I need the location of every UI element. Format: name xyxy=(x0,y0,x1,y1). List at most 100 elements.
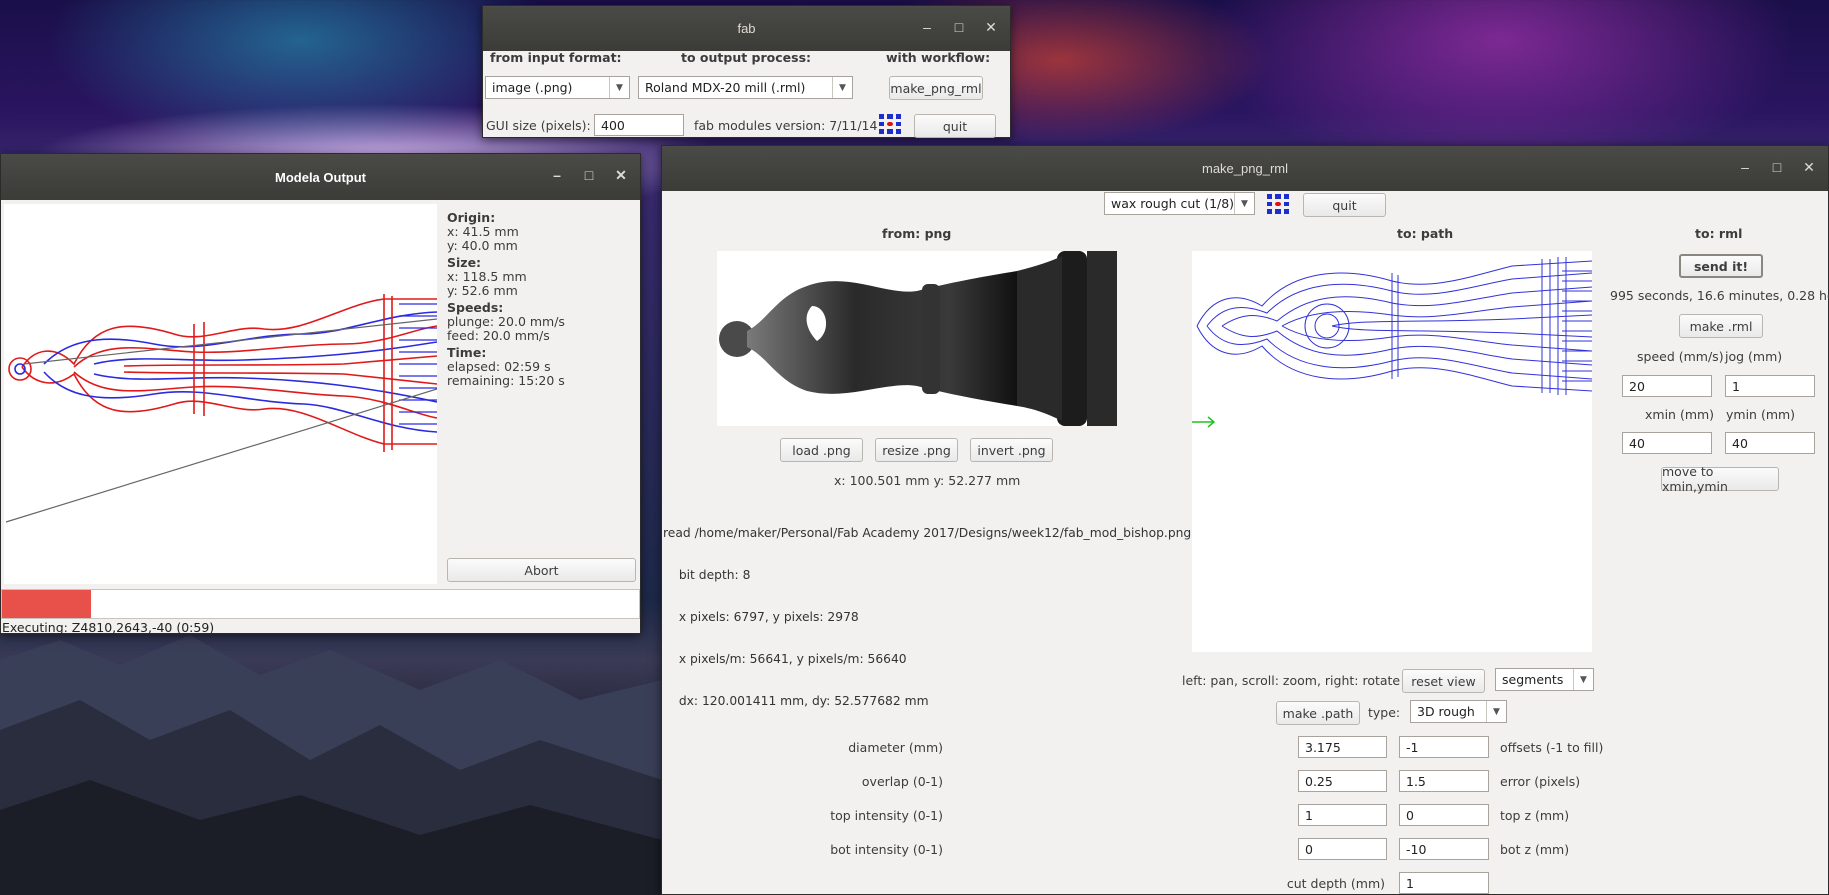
reset-view-button[interactable]: reset view xyxy=(1402,669,1485,693)
make-path-button[interactable]: make .path xyxy=(1276,701,1360,725)
input-format-select[interactable]: image (.png) ▼ xyxy=(485,76,630,99)
make-png-rml-window: make_png_rml – □ ✕ wax rough cut (1/8) ▼… xyxy=(661,145,1829,895)
bot-intensity-label: bot intensity (0-1) xyxy=(830,842,943,857)
process-select[interactable]: wax rough cut (1/8) ▼ xyxy=(1104,192,1255,215)
path-preview[interactable] xyxy=(1192,251,1592,652)
window-title: Modela Output xyxy=(275,169,366,185)
fab-titlebar[interactable]: fab – □ ✕ xyxy=(483,6,1010,51)
invert-png-button[interactable]: invert .png xyxy=(970,438,1053,462)
window-title: fab xyxy=(737,21,756,36)
top-z-label: top z (mm) xyxy=(1500,808,1570,823)
type-label: type: xyxy=(1368,705,1401,720)
error-input[interactable]: 1.5 xyxy=(1399,770,1489,792)
ymin-label: ymin (mm) xyxy=(1726,407,1796,422)
size-x: x: 118.5 mm xyxy=(447,269,527,284)
offsets-label: offsets (-1 to fill) xyxy=(1500,740,1604,755)
time-estimate: 995 seconds, 16.6 minutes, 0.28 hours xyxy=(1610,288,1829,303)
speed-label: speed (mm/s) xyxy=(1637,349,1724,364)
close-icon[interactable]: ✕ xyxy=(612,166,630,184)
ymin-input[interactable]: 40 xyxy=(1725,432,1815,454)
toolpath-preview[interactable] xyxy=(4,204,438,584)
jog-label: jog (mm) xyxy=(1725,349,1783,364)
resize-png-button[interactable]: resize .png xyxy=(875,438,958,462)
input-format-value: image (.png) xyxy=(492,80,573,95)
offsets-input[interactable]: -1 xyxy=(1399,736,1489,758)
fab-logo-icon xyxy=(877,112,903,136)
workflow-button[interactable]: make_png_rml xyxy=(889,76,983,100)
progress-fill xyxy=(2,590,92,618)
origin-label: Origin: xyxy=(447,210,496,225)
top-z-input[interactable]: 0 xyxy=(1399,804,1489,826)
view-hint: left: pan, scroll: zoom, right: rotate xyxy=(1182,673,1401,688)
cursor-coords: x: 100.501 mm y: 52.277 mm xyxy=(834,473,1021,488)
maximize-icon[interactable]: □ xyxy=(580,166,598,184)
bot-z-input[interactable]: -10 xyxy=(1399,838,1489,860)
load-png-button[interactable]: load .png xyxy=(780,438,863,462)
chevron-down-icon: ▼ xyxy=(1234,193,1254,214)
to-process-label: to output process: xyxy=(681,50,812,65)
origin-x: x: 41.5 mm xyxy=(447,224,519,239)
path-type-value: 3D rough xyxy=(1417,704,1475,719)
top-intensity-label: top intensity (0-1) xyxy=(830,808,943,823)
overlap-input[interactable]: 0.25 xyxy=(1298,770,1387,792)
remaining-time: remaining: 15:20 s xyxy=(447,373,565,388)
close-icon[interactable]: ✕ xyxy=(1800,158,1818,176)
png-preview[interactable] xyxy=(717,251,1117,426)
origin-y: y: 40.0 mm xyxy=(447,238,518,253)
diameter-input[interactable]: 3.175 xyxy=(1298,736,1387,758)
modela-output-window: Modela Output – □ ✕ Origin: x: 41.5 mm y… xyxy=(0,153,641,635)
quit-button[interactable]: quit xyxy=(914,114,996,138)
desktop-wallpaper-mountains xyxy=(0,635,662,895)
bot-z-label: bot z (mm) xyxy=(1500,842,1570,857)
file-info-line: x pixels/m: 56641, y pixels/m: 56640 xyxy=(671,652,907,666)
output-process-select[interactable]: Roland MDX-20 mill (.rml) ▼ xyxy=(638,76,853,99)
file-info: read /home/maker/Personal/Fab Academy 20… xyxy=(663,498,1191,736)
xmin-input[interactable]: 40 xyxy=(1622,432,1712,454)
bot-intensity-input[interactable]: 0 xyxy=(1298,838,1387,860)
bishop-image xyxy=(719,251,1117,426)
abort-button[interactable]: Abort xyxy=(447,558,636,582)
make-rml-button[interactable]: make .rml xyxy=(1679,314,1763,338)
maximize-icon[interactable]: □ xyxy=(950,18,968,36)
close-icon[interactable]: ✕ xyxy=(982,18,1000,36)
time-label: Time: xyxy=(447,345,487,360)
top-intensity-input[interactable]: 1 xyxy=(1298,804,1387,826)
minimize-icon[interactable]: – xyxy=(918,18,936,36)
cut-depth-input[interactable]: 1 xyxy=(1399,872,1489,894)
view-mode-select[interactable]: segments ▼ xyxy=(1495,668,1594,691)
gui-size-input[interactable]: 400 xyxy=(594,114,684,136)
to-path-heading: to: path xyxy=(1397,226,1454,241)
diameter-label: diameter (mm) xyxy=(848,740,943,755)
chevron-down-icon: ▼ xyxy=(1573,669,1593,690)
window-title: make_png_rml xyxy=(1202,161,1288,176)
from-format-label: from input format: xyxy=(490,50,622,65)
maximize-icon[interactable]: □ xyxy=(1768,158,1786,176)
main-titlebar[interactable]: make_png_rml – □ ✕ xyxy=(662,146,1828,191)
file-info-line: x pixels: 6797, y pixels: 2978 xyxy=(671,610,859,624)
file-info-line: bit depth: 8 xyxy=(671,568,751,582)
view-mode-value: segments xyxy=(1502,672,1564,687)
speed-input[interactable]: 20 xyxy=(1622,375,1712,397)
minimize-icon[interactable]: – xyxy=(1736,158,1754,176)
gui-size-label: GUI size (pixels): xyxy=(486,118,591,133)
modela-titlebar[interactable]: Modela Output – □ ✕ xyxy=(1,154,640,200)
toolpath-drawing xyxy=(5,294,438,523)
fab-window: fab – □ ✕ from input format: to output p… xyxy=(482,5,1011,138)
to-rml-heading: to: rml xyxy=(1695,226,1743,241)
chevron-down-icon: ▼ xyxy=(609,77,629,98)
file-info-line: read /home/maker/Personal/Fab Academy 20… xyxy=(663,526,1192,540)
path-drawing xyxy=(1192,257,1592,428)
minimize-icon[interactable]: – xyxy=(548,166,566,184)
jog-input[interactable]: 1 xyxy=(1725,375,1815,397)
quit-button[interactable]: quit xyxy=(1303,193,1386,217)
path-type-select[interactable]: 3D rough ▼ xyxy=(1410,700,1507,723)
overlap-label: overlap (0-1) xyxy=(861,774,943,789)
chevron-down-icon: ▼ xyxy=(832,77,852,98)
fab-logo-icon xyxy=(1265,192,1291,216)
move-to-xmin-ymin-button[interactable]: move to xmin,ymin xyxy=(1661,464,1779,494)
elapsed-time: elapsed: 02:59 s xyxy=(447,359,551,374)
workflow-label: with workflow: xyxy=(886,50,991,65)
progress-bar xyxy=(1,589,640,619)
error-label: error (pixels) xyxy=(1500,774,1581,789)
send-it-button[interactable]: send it! xyxy=(1679,254,1763,278)
